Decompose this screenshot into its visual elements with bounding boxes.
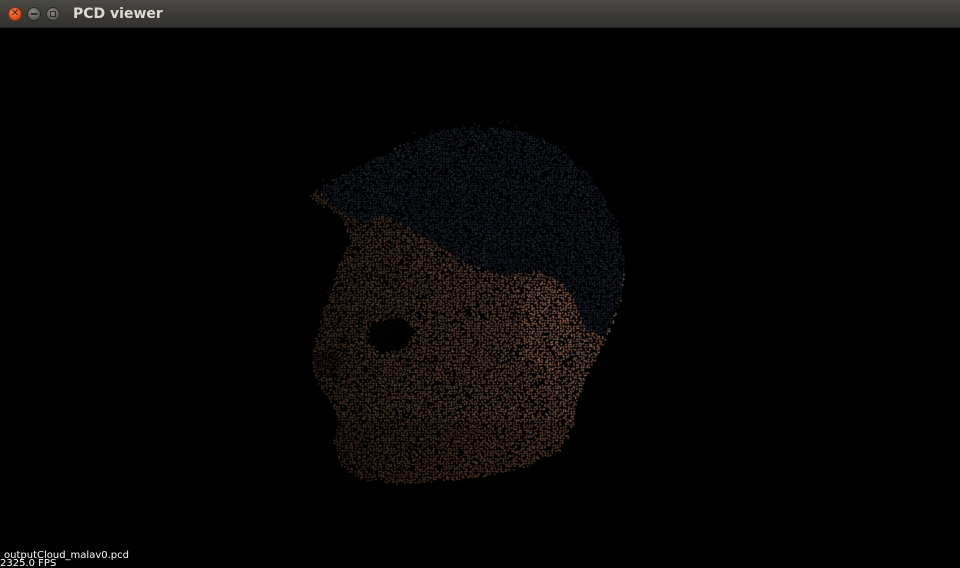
maximize-button[interactable] bbox=[46, 7, 60, 21]
point-cloud-head-scan bbox=[0, 28, 960, 568]
title-bar[interactable]: ✕ PCD viewer bbox=[0, 0, 960, 28]
point-cloud-viewport[interactable]: outputCloud_malav0.pcd 2325.0 FPS bbox=[0, 28, 960, 568]
maximize-icon bbox=[50, 11, 56, 17]
minimize-icon bbox=[31, 13, 37, 15]
close-button[interactable]: ✕ bbox=[8, 7, 22, 21]
fps-counter: 2325.0 FPS bbox=[0, 558, 57, 568]
minimize-button[interactable] bbox=[27, 7, 41, 21]
close-icon: ✕ bbox=[10, 7, 20, 19]
pcd-viewer-window: ✕ PCD viewer outputCloud_malav0.pcd 2325… bbox=[0, 0, 960, 568]
window-title: PCD viewer bbox=[73, 6, 163, 22]
